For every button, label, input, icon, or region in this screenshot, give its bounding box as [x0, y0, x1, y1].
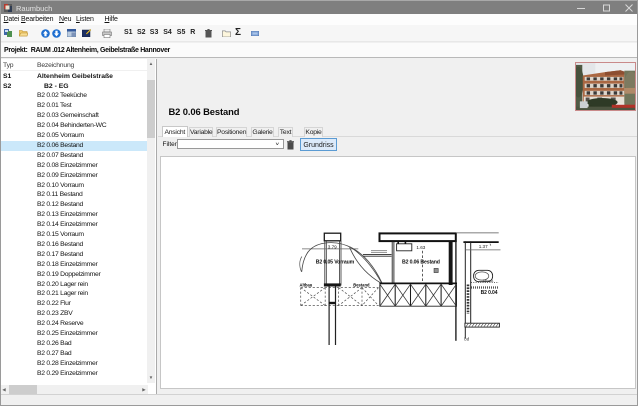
svg-text:Bestand: Bestand — [353, 283, 370, 288]
svg-text:bd: bd — [464, 337, 469, 342]
svg-text:B2 0.05 Vorraum: B2 0.05 Vorraum — [316, 260, 355, 266]
svg-text:1.37: 1.37 — [479, 244, 488, 249]
svg-text:B2 0.04: B2 0.04 — [481, 290, 498, 296]
svg-text:1.63: 1.63 — [416, 245, 425, 250]
svg-text:B2 0.06 Bestand: B2 0.06 Bestand — [402, 260, 440, 266]
svg-text:Altbau: Altbau — [300, 283, 313, 288]
